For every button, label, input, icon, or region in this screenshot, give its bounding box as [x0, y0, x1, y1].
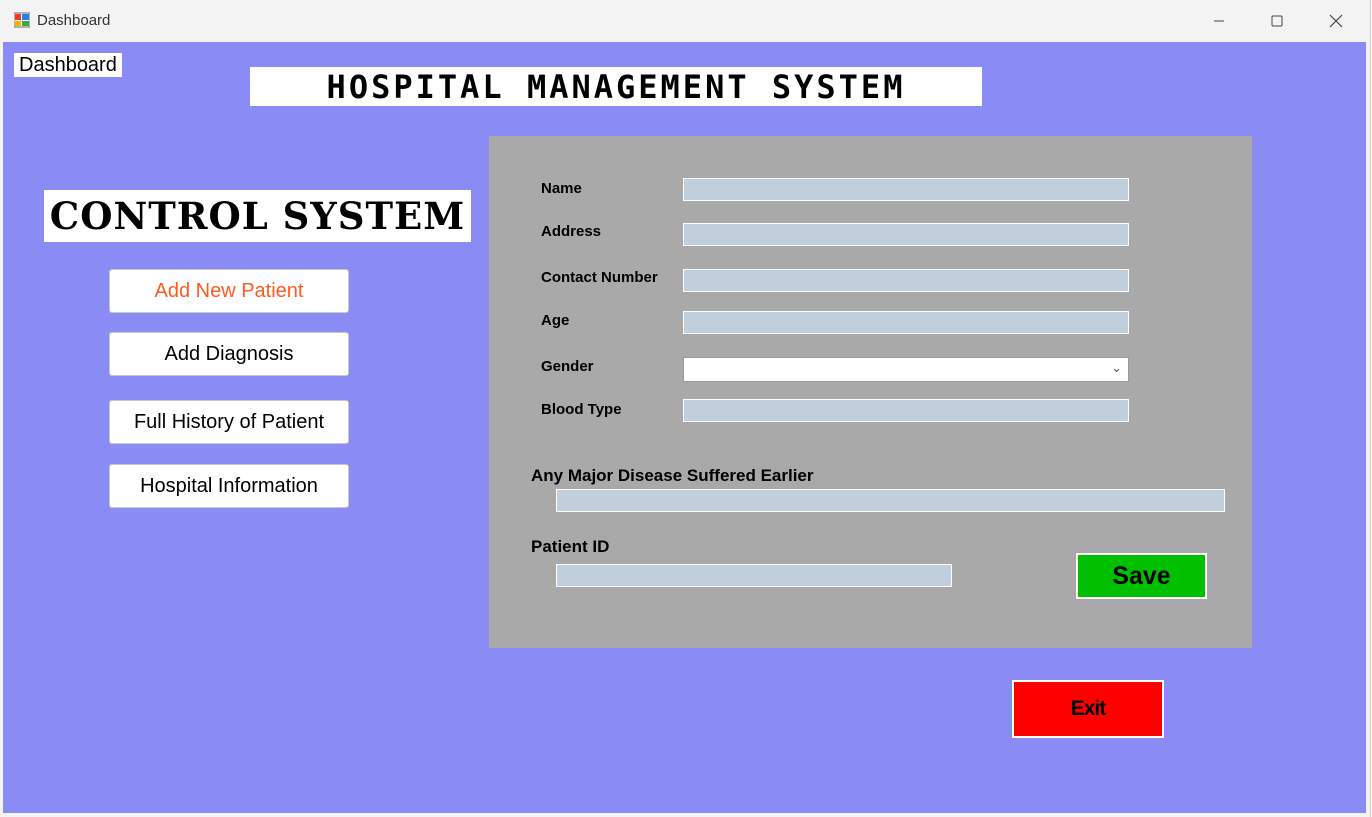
minimize-button[interactable] [1190, 0, 1248, 42]
contact-number-input[interactable] [683, 269, 1129, 292]
name-input[interactable] [683, 178, 1129, 201]
add-new-patient-button[interactable]: Add New Patient [109, 269, 349, 313]
close-button[interactable] [1307, 0, 1365, 42]
gender-label: Gender [541, 358, 594, 375]
full-history-button[interactable]: Full History of Patient [109, 400, 349, 444]
exit-button[interactable]: Exit [1012, 680, 1164, 738]
minimize-icon [1214, 20, 1224, 22]
major-disease-label: Any Major Disease Suffered Earlier [531, 466, 814, 485]
dashboard-window: Dashboard Dashboard HOSPITAL MANAGEMENT … [0, 0, 1371, 817]
add-diagnosis-button[interactable]: Add Diagnosis [109, 332, 349, 376]
control-system-title: CONTROL SYSTEM [44, 190, 471, 242]
blood-type-input[interactable] [683, 399, 1129, 422]
maximize-button[interactable] [1248, 0, 1306, 42]
dashboard-client-area: Dashboard HOSPITAL MANAGEMENT SYSTEM CON… [3, 42, 1366, 813]
address-input[interactable] [683, 223, 1129, 246]
major-disease-input[interactable] [556, 489, 1225, 512]
close-icon [1329, 14, 1343, 28]
save-button[interactable]: Save [1076, 553, 1207, 599]
hospital-information-button[interactable]: Hospital Information [109, 464, 349, 508]
title-bar[interactable]: Dashboard [0, 0, 1370, 42]
age-label: Age [541, 312, 570, 329]
name-label: Name [541, 180, 582, 197]
age-input[interactable] [683, 311, 1129, 334]
page-title: HOSPITAL MANAGEMENT SYSTEM [250, 67, 982, 106]
patient-form-panel: Name Address Contact Number Age Gender ⌄… [489, 136, 1252, 648]
maximize-icon [1271, 15, 1283, 27]
window-title: Dashboard [37, 12, 111, 29]
gender-select[interactable]: ⌄ [683, 357, 1129, 382]
address-label: Address [541, 223, 602, 240]
dashboard-label: Dashboard [14, 53, 122, 77]
patient-id-label: Patient ID [531, 537, 610, 556]
patient-id-input[interactable] [556, 564, 952, 587]
chevron-down-icon: ⌄ [1111, 361, 1122, 376]
app-form-icon [14, 12, 30, 28]
blood-type-label: Blood Type [541, 401, 622, 418]
contact-number-label: Contact Number [541, 269, 658, 286]
